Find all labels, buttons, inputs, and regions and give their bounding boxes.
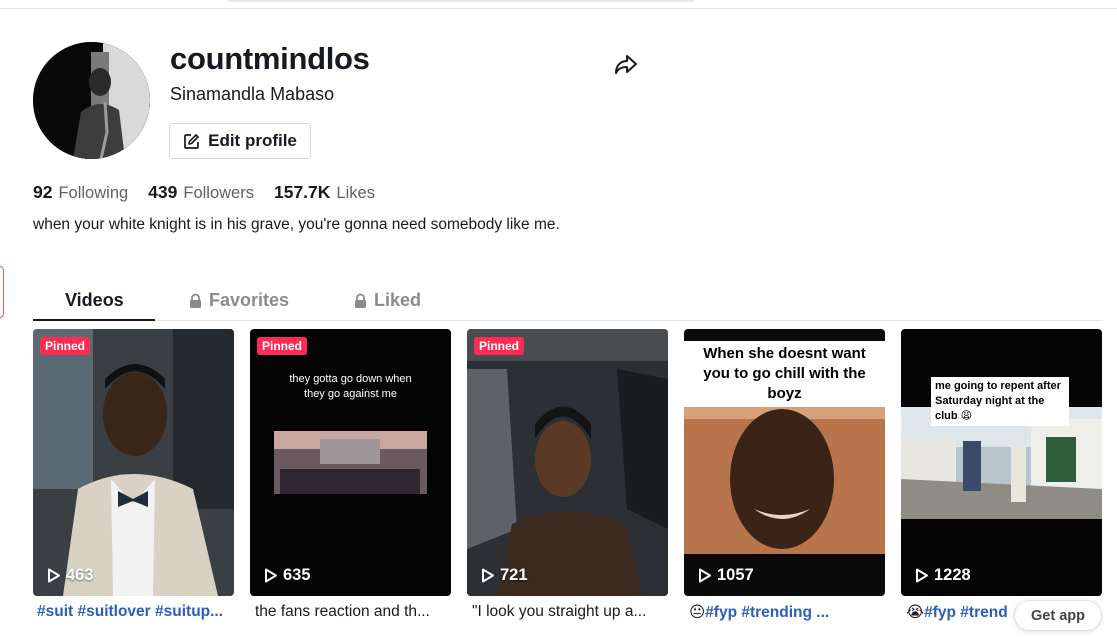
edit-icon — [184, 133, 199, 149]
view-count: 463 — [47, 566, 94, 585]
likes-stat: 157.7K Likes — [274, 182, 375, 203]
followers-label: Followers — [183, 184, 254, 202]
view-count-value: 463 — [66, 566, 94, 584]
tab-liked-label: Liked — [374, 290, 422, 310]
view-count: 635 — [264, 566, 311, 585]
following-stat[interactable]: 92 Following — [33, 182, 128, 203]
video-thumbnail — [33, 329, 234, 596]
video-card[interactable]: me going to repent after Saturday night … — [901, 329, 1102, 596]
caption-hashtags[interactable]: #suit #suitlover #suitup... — [37, 603, 223, 620]
get-app-button[interactable]: Get app — [1014, 600, 1102, 631]
caption-emoji: 😐 — [689, 604, 706, 621]
active-tab-indicator — [33, 319, 155, 321]
view-count: 721 — [481, 566, 528, 585]
tab-videos-label: Videos — [65, 290, 124, 310]
view-count: 1057 — [698, 566, 754, 585]
profile-stats: 92 Following 439 Followers 157.7K Likes — [33, 182, 375, 203]
caption-hashtags[interactable]: #fyp #trending ... — [705, 604, 829, 621]
view-count-value: 635 — [283, 566, 311, 584]
pinned-badge: Pinned — [40, 337, 91, 355]
video-card[interactable]: When she doesnt want you to go chill wit… — [684, 329, 885, 596]
video-caption[interactable]: #suit #suitlover #suitup... — [37, 603, 242, 621]
likes-count: 157.7K — [273, 182, 331, 202]
avatar[interactable] — [33, 42, 150, 159]
username: countmindlos — [170, 41, 370, 76]
play-icon — [699, 568, 711, 583]
top-scroll-indicator — [228, 0, 694, 2]
view-count-value: 1228 — [934, 566, 971, 584]
tab-favorites-label: Favorites — [209, 290, 290, 310]
view-count-value: 721 — [500, 566, 528, 584]
nickname: Sinamandla Mabaso — [170, 84, 335, 104]
share-button[interactable] — [612, 50, 640, 78]
caption-emoji: 😭 — [906, 604, 925, 621]
video-overlay-text: they gotta go down when they go against … — [289, 373, 412, 400]
video-caption[interactable]: the fans reaction and th... — [255, 603, 460, 621]
video-caption[interactable]: 😐#fyp #trending ... — [689, 603, 894, 622]
view-count-value: 1057 — [717, 566, 754, 584]
video-thumbnail — [250, 329, 451, 596]
video-thumbnail — [467, 329, 668, 596]
pinned-badge: Pinned — [474, 337, 525, 355]
video-thumbnail — [901, 329, 1102, 596]
following-label: Following — [58, 184, 129, 202]
share-icon — [615, 55, 637, 74]
video-overlay-text: me going to repent after Saturday night … — [931, 377, 1069, 426]
video-caption[interactable]: "I look you straight up a... — [472, 603, 677, 621]
lock-icon — [190, 293, 201, 308]
lock-icon — [355, 293, 366, 308]
video-card[interactable]: Pinned they gotta go down when they go a… — [250, 329, 451, 596]
video-card[interactable]: Pinned 463 — [33, 329, 234, 596]
avatar-image — [33, 42, 150, 159]
play-icon — [48, 568, 60, 583]
likes-label: Likes — [336, 184, 375, 202]
followers-count: 439 — [148, 182, 178, 202]
followers-stat[interactable]: 439 Followers — [148, 182, 254, 203]
edit-profile-label: Edit profile — [208, 131, 297, 150]
tab-liked[interactable]: Liked — [353, 280, 421, 321]
following-count: 92 — [33, 182, 53, 202]
tab-videos[interactable]: Videos — [65, 280, 124, 321]
view-count: 1228 — [915, 566, 971, 585]
bio: when your white knight is in his grave, … — [33, 216, 560, 233]
play-icon — [482, 568, 494, 583]
caption-hashtags[interactable]: #fyp #trend — [924, 604, 1008, 621]
edit-profile-button[interactable]: Edit profile — [169, 123, 311, 159]
tab-favorites[interactable]: Favorites — [188, 280, 289, 321]
video-caption[interactable]: 😭#fyp #trend — [906, 603, 1014, 622]
play-icon — [916, 568, 928, 583]
video-overlay-text: When she doesnt want you to go chill wit… — [684, 341, 885, 407]
play-icon — [265, 568, 277, 583]
side-edge-button[interactable] — [0, 266, 4, 318]
video-card[interactable]: Pinned 721 — [467, 329, 668, 596]
profile-tabs: Videos Favorites Liked — [33, 280, 1103, 321]
pinned-badge: Pinned — [257, 337, 308, 355]
